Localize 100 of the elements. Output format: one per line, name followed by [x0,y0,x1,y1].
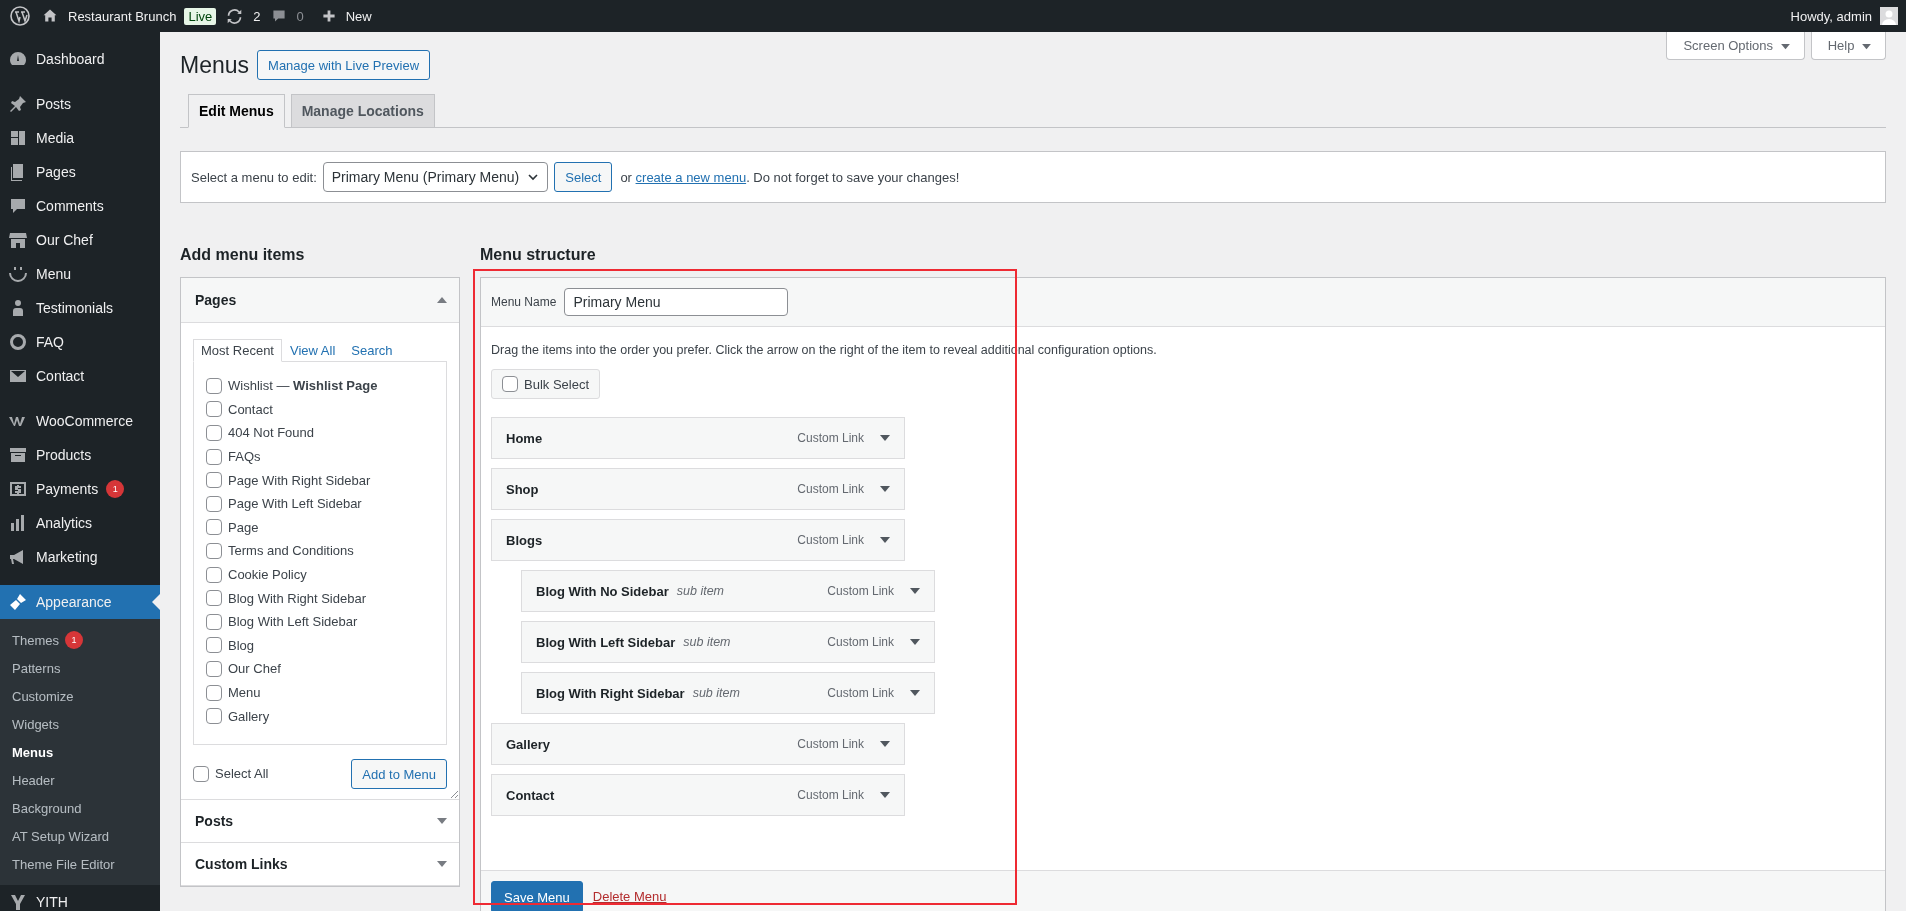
sidebar-label: Media [36,130,75,146]
submenu-label: Patterns [12,660,61,676]
sidebar-label: Dashboard [36,51,105,67]
caret-down-icon[interactable] [880,536,890,544]
panel-tab[interactable]: Search [343,339,401,362]
site-name-link[interactable]: Restaurant Brunch [68,8,177,24]
menu-item-bar[interactable]: Blog With Left Sidebar sub item Custom Link [521,621,935,663]
sidebar-label: Analytics [36,515,93,531]
page-label: Blog With Left Sidebar [228,614,358,630]
checkbox[interactable] [206,519,222,536]
delete-menu-link[interactable]: Delete Menu [592,881,667,911]
add-to-menu-button[interactable]: Add to Menu [351,759,447,789]
caret-down-icon[interactable] [880,434,890,442]
caret-down-icon[interactable] [910,638,920,646]
checkbox[interactable] [206,542,222,559]
sidebar-item[interactable]: Comments [0,189,160,223]
resize-grip-icon[interactable] [450,790,458,798]
sidebar-item[interactable]: Posts [0,87,160,121]
sidebar-item[interactable]: Our Chef [0,223,160,257]
caret-down-icon[interactable] [880,740,890,748]
checkbox[interactable] [206,590,222,607]
menu-item-bar[interactable]: Blog With Right Sidebar sub item Custom Link [521,672,935,714]
checkbox[interactable] [206,684,222,701]
greeting-link[interactable]: Howdy, admin [1790,8,1872,24]
save-menu-button[interactable]: Save Menu [491,881,583,911]
submenu-item[interactable]: Menus [0,738,160,766]
caret-down-icon[interactable] [880,485,890,493]
updates-count[interactable]: 2 [253,8,261,24]
sidebar-item[interactable]: WooCommerce [0,404,160,438]
panel-tab[interactable]: Most Recent [193,339,282,362]
refresh-icon[interactable] [226,7,244,25]
screen-options-button[interactable]: Screen Options [1666,32,1805,60]
menu-item-bar[interactable]: Blogs Custom Link [491,519,905,561]
home-icon[interactable] [42,8,58,24]
submenu-item[interactable]: Theme File Editor [0,850,160,878]
checkbox[interactable] [206,448,222,465]
menu-item-bar[interactable]: Gallery Custom Link [491,723,905,765]
checkbox[interactable] [206,401,222,418]
caret-down-icon[interactable] [880,791,890,799]
menu-item-title: Blog With Left Sidebar [536,634,676,650]
sidebar-item[interactable]: Analytics [0,506,160,540]
plus-icon[interactable] [321,9,336,23]
checkbox[interactable] [206,613,222,630]
sidebar-item[interactable]: Products [0,438,160,472]
select-button[interactable]: Select [554,162,613,192]
menu-item-bar[interactable]: Shop Custom Link [491,468,905,510]
checkbox[interactable] [206,637,222,654]
sidebar-item[interactable]: Payments 1 [0,472,160,506]
sidebar-item[interactable]: YITH [0,885,160,911]
sidebar-item[interactable]: Pages [0,155,160,189]
sidebar-item[interactable]: Marketing [0,540,160,574]
sub-item-note: sub item [692,686,740,700]
panel-tab[interactable]: View All [282,339,344,362]
submenu-item[interactable]: Background [0,794,160,822]
wordpress-logo-icon[interactable] [10,6,30,26]
caret-down-icon[interactable] [910,587,920,595]
tab[interactable]: Edit Menus [188,94,285,128]
bulk-select-button[interactable]: Bulk Select [491,369,601,399]
tab[interactable]: Manage Locations [290,94,435,128]
menu-name-field[interactable]: Primary Menu [564,288,789,316]
checkbox[interactable] [193,766,209,782]
comments-count[interactable]: 0 [296,8,304,24]
checkbox[interactable] [206,660,222,677]
submenu-item[interactable]: AT Setup Wizard [0,822,160,850]
archive-box-icon [8,445,28,465]
submenu-item[interactable]: Themes 1 [0,626,160,654]
item-type-label: Custom Link [797,431,864,445]
sidebar-item[interactable]: FAQ [0,325,160,359]
new-link[interactable]: New [345,8,372,24]
checkbox[interactable] [206,708,222,725]
sidebar-item[interactable]: Testimonials [0,291,160,325]
menu-item-bar[interactable]: Home Custom Link [491,417,905,459]
submenu-item[interactable]: Header [0,766,160,794]
submenu-item[interactable]: Patterns [0,654,160,682]
sidebar-item[interactable]: Dashboard [0,42,160,76]
menu-item-bar[interactable]: Blog With No Sidebar sub item Custom Link [521,570,935,612]
submenu-item[interactable]: Widgets [0,710,160,738]
page-label: Page With Left Sidebar [228,496,362,512]
caret-down-icon[interactable] [910,689,920,697]
checkbox[interactable] [502,376,518,392]
sidebar-label: Menu [36,266,72,282]
menu-item-bar[interactable]: Contact Custom Link [491,774,905,816]
comment-bubble-icon[interactable] [270,8,287,24]
sidebar-item[interactable]: Media [0,121,160,155]
checkbox[interactable] [206,495,222,512]
sidebar-item[interactable]: Contact [0,359,160,393]
accordion-header[interactable]: Pages [181,278,459,322]
menu-dropdown[interactable]: Primary Menu (Primary Menu) [322,162,549,192]
item-type-label: Custom Link [797,533,864,547]
checkbox[interactable] [206,472,222,489]
checkbox[interactable] [206,566,222,583]
checkbox[interactable] [206,425,222,441]
sidebar-label: Contact [36,368,85,384]
live-preview-button[interactable]: Manage with Live Preview [257,50,431,80]
checkbox[interactable] [206,377,222,394]
submenu-item[interactable]: Customize [0,682,160,710]
caret-up-icon [437,296,447,304]
help-button[interactable]: Help [1810,32,1886,60]
sidebar-item[interactable]: Appearance [0,585,160,619]
sidebar-item[interactable]: Menu [0,257,160,291]
